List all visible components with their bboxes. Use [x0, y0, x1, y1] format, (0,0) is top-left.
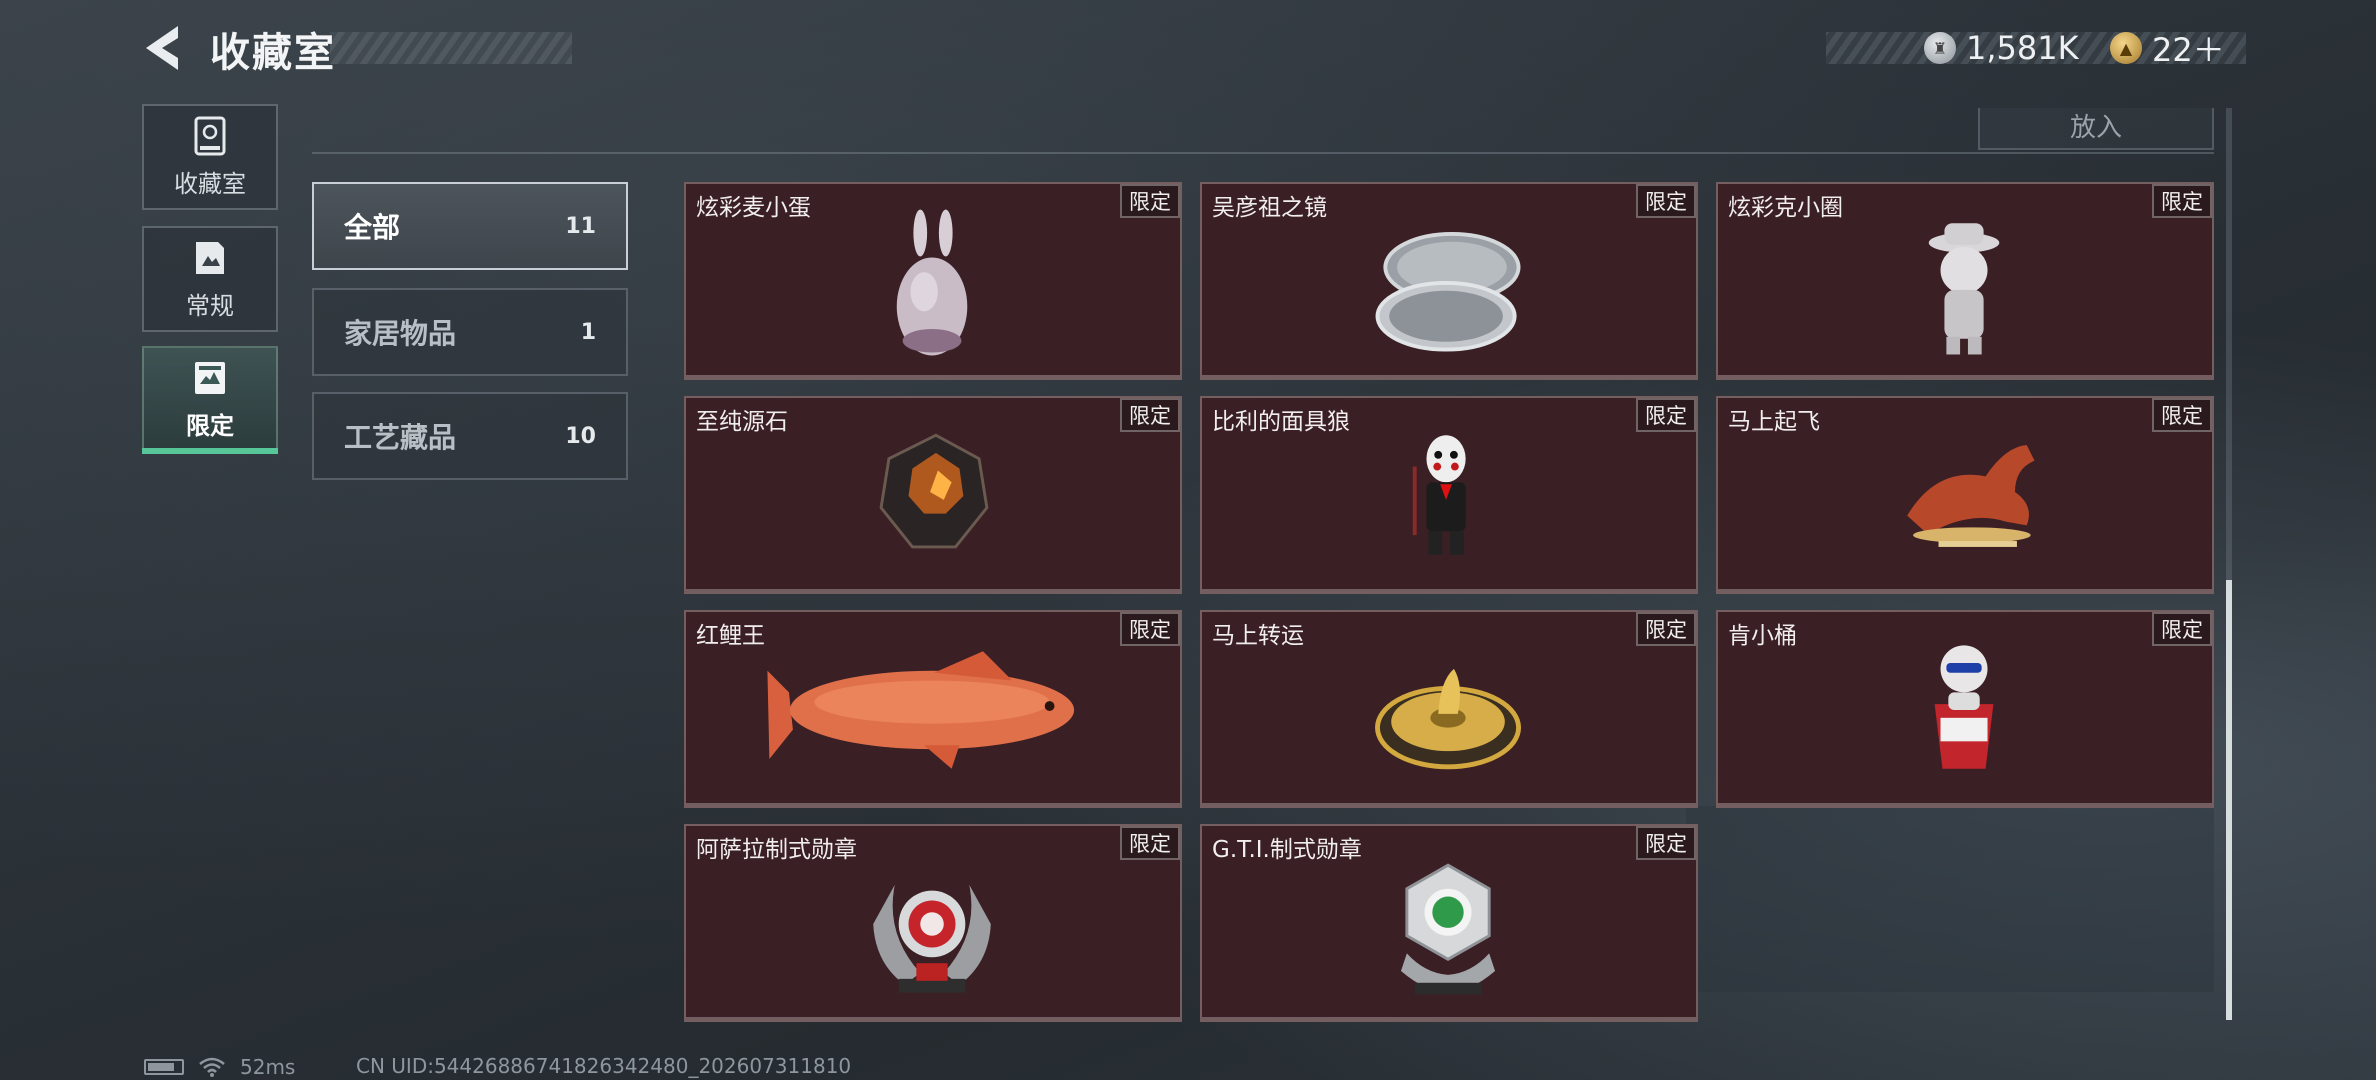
item-name: 比利的面具狼 [1212, 409, 1350, 435]
tab-regular-label: 常规 [186, 291, 234, 320]
user-uid: CN UID:544268867418263424​80_20260731181… [356, 1054, 852, 1078]
filter-home-items-name: 家居物品 [344, 317, 457, 350]
currency-gold-value: 22＋ [2152, 31, 2225, 69]
item-card[interactable]: 至纯源石 限定 [684, 396, 1182, 594]
status-bar: 52ms [144, 1054, 295, 1080]
tab-showcase-label: 收藏室 [174, 169, 246, 198]
item-name: 马上起飞 [1728, 409, 1820, 435]
filter-all[interactable]: 全部 11 [312, 182, 628, 270]
currency-silver: ♜ 1,581K [1924, 26, 2079, 70]
limited-tag: 限定 [1636, 398, 1696, 432]
item-card[interactable]: 炫彩麦小蛋 限定 [684, 182, 1182, 380]
active-tab-indicator [142, 448, 278, 454]
filter-crafts-count: 10 [565, 423, 596, 449]
tab-regular[interactable]: 常规 [142, 226, 278, 332]
limited-tag: 限定 [1120, 184, 1180, 218]
item-card[interactable]: 肯小桶 限定 [1716, 610, 2214, 808]
item-card[interactable]: 马上转运 限定 [1200, 610, 1698, 808]
wifi-icon [199, 1057, 225, 1077]
back-arrow-icon [146, 26, 178, 70]
showcase-icon [194, 116, 226, 155]
item-card[interactable]: 吴彦祖之镜 限定 [1200, 182, 1698, 380]
item-name: 红鲤王 [696, 623, 765, 649]
divider [312, 152, 2214, 154]
filter-crafts-name: 工艺藏品 [344, 421, 457, 454]
put-in-label: 放入 [2069, 113, 2122, 143]
filter-all-count: 11 [565, 213, 596, 239]
page-title: 收藏室 [210, 30, 336, 76]
limited-tag: 限定 [2152, 612, 2212, 646]
limited-tag: 限定 [1636, 612, 1696, 646]
item-card[interactable]: G.T.I.制式勋章 限定 [1200, 824, 1698, 1022]
scrollbar-thumb[interactable] [2226, 580, 2232, 1020]
tab-limited[interactable]: 限定 [142, 346, 278, 452]
gold-coin-icon: ▲ [2110, 32, 2142, 64]
title-stripe [330, 32, 572, 64]
back-button[interactable] [140, 22, 190, 74]
limited-tag: 限定 [2152, 398, 2212, 432]
ping-value: 52ms [240, 1055, 296, 1079]
limited-icon [195, 361, 225, 394]
item-card[interactable]: 炫彩克小圈 限定 [1716, 182, 2214, 380]
limited-tag: 限定 [1120, 826, 1180, 860]
item-name: 马上转运 [1212, 623, 1304, 649]
item-card[interactable]: 马上起飞 限定 [1716, 396, 2214, 594]
item-name: G.T.I.制式勋章 [1212, 837, 1362, 863]
empty-slot [1686, 806, 2214, 992]
silver-coin-icon: ♜ [1924, 32, 1956, 64]
limited-tag: 限定 [1120, 612, 1180, 646]
limited-tag: 限定 [1636, 826, 1696, 860]
filter-all-name: 全部 [344, 211, 401, 244]
limited-tag: 限定 [2152, 184, 2212, 218]
item-card[interactable]: 比利的面具狼 限定 [1200, 396, 1698, 594]
item-name: 炫彩麦小蛋 [696, 195, 811, 221]
put-in-button[interactable]: 放入 [1978, 108, 2214, 150]
item-card[interactable]: 阿萨拉制式勋章 限定 [684, 824, 1182, 1022]
currency-silver-value: 1,581K [1966, 29, 2079, 67]
item-name: 吴彦祖之镜 [1212, 195, 1327, 221]
document-icon [196, 241, 224, 274]
battery-icon [144, 1059, 184, 1075]
limited-tag: 限定 [1636, 184, 1696, 218]
filter-home-items-count: 1 [580, 319, 596, 345]
tab-showcase[interactable]: 收藏室 [142, 104, 278, 210]
item-name: 肯小桶 [1728, 623, 1797, 649]
item-name: 阿萨拉制式勋章 [696, 837, 857, 863]
item-name: 炫彩克小圈 [1728, 195, 1843, 221]
item-card[interactable]: 红鲤王 限定 [684, 610, 1182, 808]
filter-crafts[interactable]: 工艺藏品 10 [312, 392, 628, 480]
item-name: 至纯源石 [696, 409, 788, 435]
currency-gold: ▲ 22＋ [2110, 26, 2225, 70]
limited-tag: 限定 [1120, 398, 1180, 432]
filter-home-items[interactable]: 家居物品 1 [312, 288, 628, 376]
tab-limited-label: 限定 [186, 411, 234, 440]
